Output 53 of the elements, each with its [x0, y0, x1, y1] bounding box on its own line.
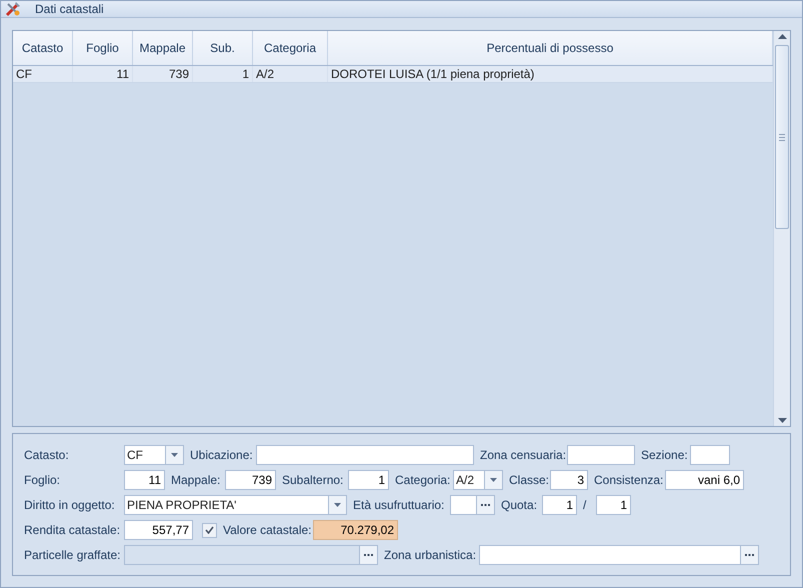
table-row[interactable]: CF 11 739 1 A/2 DOROTEI LUISA (1/1 piena proprietà) — [13, 66, 773, 83]
picker-field[interactable] — [450, 495, 495, 515]
field-label: Subalterno: — [282, 473, 342, 487]
input-field[interactable]: 1 — [596, 495, 631, 515]
table-cell: 739 — [133, 66, 193, 82]
column-header[interactable]: Catasto — [13, 31, 73, 65]
browse-button[interactable] — [740, 546, 758, 564]
dropdown[interactable]: CF — [124, 445, 184, 465]
field-label: Categoria: — [395, 473, 447, 487]
field-label: Catasto: — [24, 448, 70, 462]
column-header[interactable]: Categoria — [253, 31, 328, 65]
input-field[interactable]: 739 — [225, 470, 276, 490]
column-header[interactable]: Mappale — [133, 31, 193, 65]
dropdown[interactable]: PIENA PROPRIETA' — [124, 495, 347, 515]
browse-button[interactable] — [476, 496, 494, 514]
field-label: / — [583, 498, 588, 512]
input-field[interactable] — [690, 445, 730, 465]
picker-field[interactable] — [479, 545, 759, 565]
field-label: Età usufruttuario: — [353, 498, 444, 512]
checkbox[interactable] — [202, 522, 217, 538]
input-field[interactable]: 11 — [124, 470, 165, 490]
scrollbar[interactable] — [773, 31, 790, 426]
column-header[interactable]: Foglio — [73, 31, 133, 65]
dropdown-arrow-icon — [171, 453, 178, 457]
field-label: Quota: — [501, 498, 536, 512]
window-title: Dati catastali — [35, 2, 104, 16]
field-label: Mappale: — [171, 473, 219, 487]
tools-icon — [5, 1, 21, 17]
dropdown-arrow-icon — [490, 478, 497, 482]
input-field[interactable]: 557,77 — [124, 520, 193, 540]
input-field[interactable]: 1 — [348, 470, 389, 490]
field-label: Ubicazione: — [190, 448, 250, 462]
field-label: Diritto in oggetto: — [24, 498, 116, 512]
input-field[interactable] — [567, 445, 635, 465]
grip-icon — [779, 134, 785, 140]
dropdown[interactable]: A/2 — [453, 470, 503, 490]
input-field[interactable] — [256, 445, 474, 465]
table-cell: 11 — [73, 66, 133, 82]
table-cell: A/2 — [253, 66, 328, 82]
checkmark-icon — [205, 526, 214, 534]
input-field[interactable]: 70.279,02 — [313, 520, 398, 540]
field-label: Zona urbanistica: — [384, 548, 473, 562]
field-label: Particelle graffate: — [24, 548, 118, 562]
table-cell: CF — [13, 66, 73, 82]
input-field[interactable]: vani 6,0 — [665, 470, 744, 490]
dropdown-arrow-icon — [334, 503, 341, 507]
table-cell: 1 — [193, 66, 253, 82]
scroll-thumb[interactable] — [775, 45, 789, 229]
field-label: Foglio: — [24, 473, 62, 487]
input-field[interactable]: 3 — [550, 470, 588, 490]
column-header[interactable]: Sub. — [193, 31, 253, 65]
field-label: Rendita catastale: — [24, 523, 118, 537]
input-field[interactable]: 1 — [542, 495, 577, 515]
